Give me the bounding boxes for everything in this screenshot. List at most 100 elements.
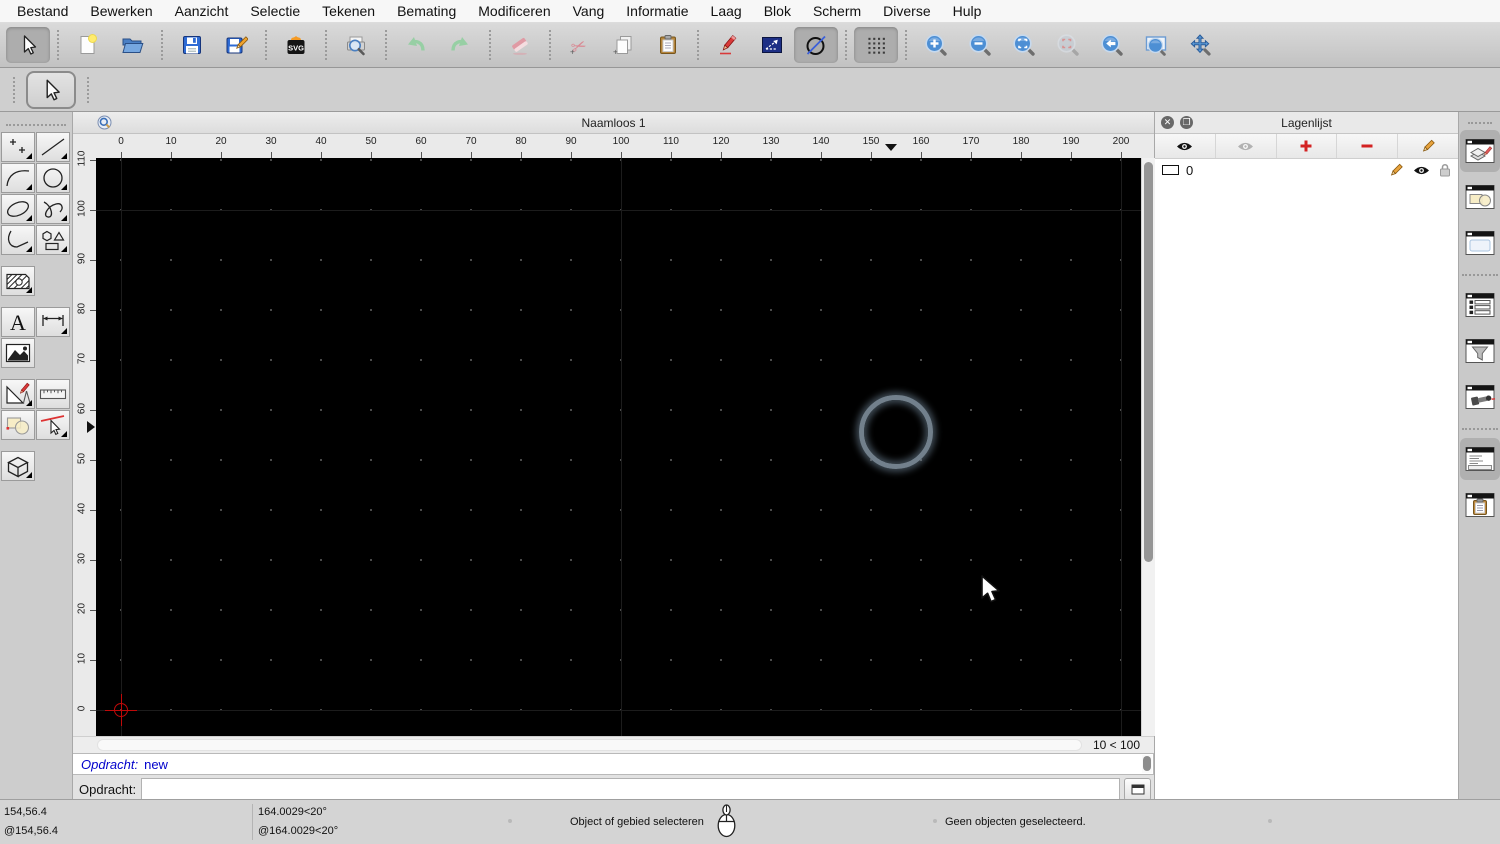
edit-layer-button[interactable] [1398,134,1458,158]
menu-tekenen[interactable]: Tekenen [311,3,386,19]
horizontal-scrollbar[interactable]: 10 < 100 [73,736,1154,753]
zoom-previous-button[interactable] [1090,27,1134,63]
vertical-scrollbar-thumb[interactable] [1144,162,1153,562]
dock-toggle-selection-filter[interactable] [1460,330,1500,372]
hatch-tool-button[interactable] [1,266,35,296]
polyline-tool-button[interactable] [1,225,35,255]
menu-vang[interactable]: Vang [562,3,616,19]
open-button[interactable] [110,27,154,63]
select-arrow-button[interactable] [6,27,50,63]
dock-toggle-view-list[interactable] [1460,284,1500,326]
layer-visible-icon[interactable] [1413,165,1430,176]
hruler-label: 140 [812,136,830,147]
menu-diverse[interactable]: Diverse [872,3,941,19]
status-separator [252,804,253,840]
save-as-button[interactable] [214,27,258,63]
menu-hulp[interactable]: Hulp [942,3,993,19]
undo-button[interactable] [394,27,438,63]
save-button[interactable] [170,27,214,63]
dock-toggle-command-line[interactable] [1460,438,1500,480]
new-button[interactable] [66,27,110,63]
close-panel-icon[interactable]: ✕ [1161,116,1174,129]
history-scrollbar[interactable] [1142,755,1152,773]
dimension-tool-button[interactable] [36,307,70,337]
vertical-scrollbar[interactable] [1141,158,1155,736]
arc-tool-button[interactable] [1,163,35,193]
dock-toggle-library-browser[interactable] [1460,222,1500,264]
svg-text:SVG: SVG [288,44,304,53]
dock-toggle-property-editor[interactable] [1460,484,1500,526]
toolbar-separator [1462,274,1498,276]
horizontal-ruler: 0 10 20 30 40 50 60 70 80 90 100 110 120 130 140 150 160… [96,134,1141,158]
circle-tool-button[interactable] [794,27,838,63]
grid-button[interactable] [854,27,898,63]
solid-3d-tool-button[interactable] [1,451,35,481]
modify-tool-button[interactable] [1,410,35,440]
vertical-ruler: 0 10 20 30 40 50 60 70 80 90 100 110 [73,151,96,736]
toolbar-separator [845,30,847,60]
horizontal-scrollbar-thumb[interactable] [97,739,1082,751]
command-options-button[interactable] [1124,777,1151,801]
delete-button[interactable] [498,27,542,63]
points-tool-button[interactable] [1,132,35,162]
float-panel-icon[interactable]: ❐ [1180,116,1193,129]
menu-modificeren[interactable]: Modificeren [467,3,561,19]
layer-row[interactable]: 0 [1155,159,1458,181]
copy-button[interactable]: + [602,27,646,63]
qcad-document-icon [97,115,112,133]
hruler-label: 0 [118,136,124,147]
paste-button[interactable] [646,27,690,63]
main-toolbar: SVG ✂ + + [0,23,1500,68]
menu-bemating[interactable]: Bemating [386,3,467,19]
menu-laag[interactable]: Laag [700,3,753,19]
circle-tool-button[interactable] [36,163,70,193]
zoom-auto-button[interactable] [1002,27,1046,63]
palette-drag-handle[interactable] [6,124,66,126]
hruler-label: 130 [762,136,780,147]
measure-tool-button[interactable] [36,379,70,409]
history-scrollbar-thumb[interactable] [1143,756,1151,771]
menu-blok[interactable]: Blok [753,3,802,19]
print-preview-button[interactable] [334,27,378,63]
dock-drag-handle[interactable] [1468,122,1492,124]
shapes-tool-button[interactable] [36,225,70,255]
hide-all-layers-button[interactable] [1216,134,1277,158]
menu-informatie[interactable]: Informatie [615,3,699,19]
draw-tools-tool-button[interactable] [1,379,35,409]
zoom-in-button[interactable] [914,27,958,63]
ellipse-tool-button[interactable] [1,194,35,224]
svg-text:A: A [10,310,26,335]
menu-bewerken[interactable]: Bewerken [79,3,163,19]
drawing-canvas[interactable] [96,158,1141,736]
menu-selectie[interactable]: Selectie [239,3,311,19]
spline-tool-button[interactable] [36,194,70,224]
menu-bestand[interactable]: Bestand [6,3,79,19]
layer-lock-icon[interactable] [1439,163,1451,177]
svg-export-button[interactable]: SVG [274,27,318,63]
add-layer-button[interactable] [1277,134,1338,158]
menu-aanzicht[interactable]: Aanzicht [164,3,240,19]
remove-layer-button[interactable] [1337,134,1399,158]
layer-color-swatch[interactable] [1162,165,1179,175]
layer-list-panel: ✕ ❐ Lagenlijst 0 [1155,112,1459,799]
command-input[interactable] [141,778,1120,800]
show-all-layers-button[interactable] [1155,134,1216,158]
draw-pencil-button[interactable] [706,27,750,63]
trim-tool-button[interactable] [36,410,70,440]
toolbar-separator [489,30,491,60]
dock-toggle-block-list[interactable] [1460,176,1500,218]
zoom-window-button[interactable] [1134,27,1178,63]
current-tool-button[interactable] [26,70,76,109]
text-tool-button[interactable]: A [1,307,35,337]
dock-toggle-inspector[interactable] [1460,376,1500,418]
pan-button[interactable] [1178,27,1222,63]
layer-edit-icon[interactable] [1388,163,1404,178]
select-rectangle-button[interactable] [750,27,794,63]
dock-toggle-layer-list[interactable] [1460,130,1500,172]
cut-button[interactable]: ✂ + [558,27,602,63]
redo-button[interactable] [438,27,482,63]
zoom-out-button[interactable] [958,27,1002,63]
image-tool-button[interactable] [1,338,35,368]
line-tool-button[interactable] [36,132,70,162]
menu-scherm[interactable]: Scherm [802,3,872,19]
